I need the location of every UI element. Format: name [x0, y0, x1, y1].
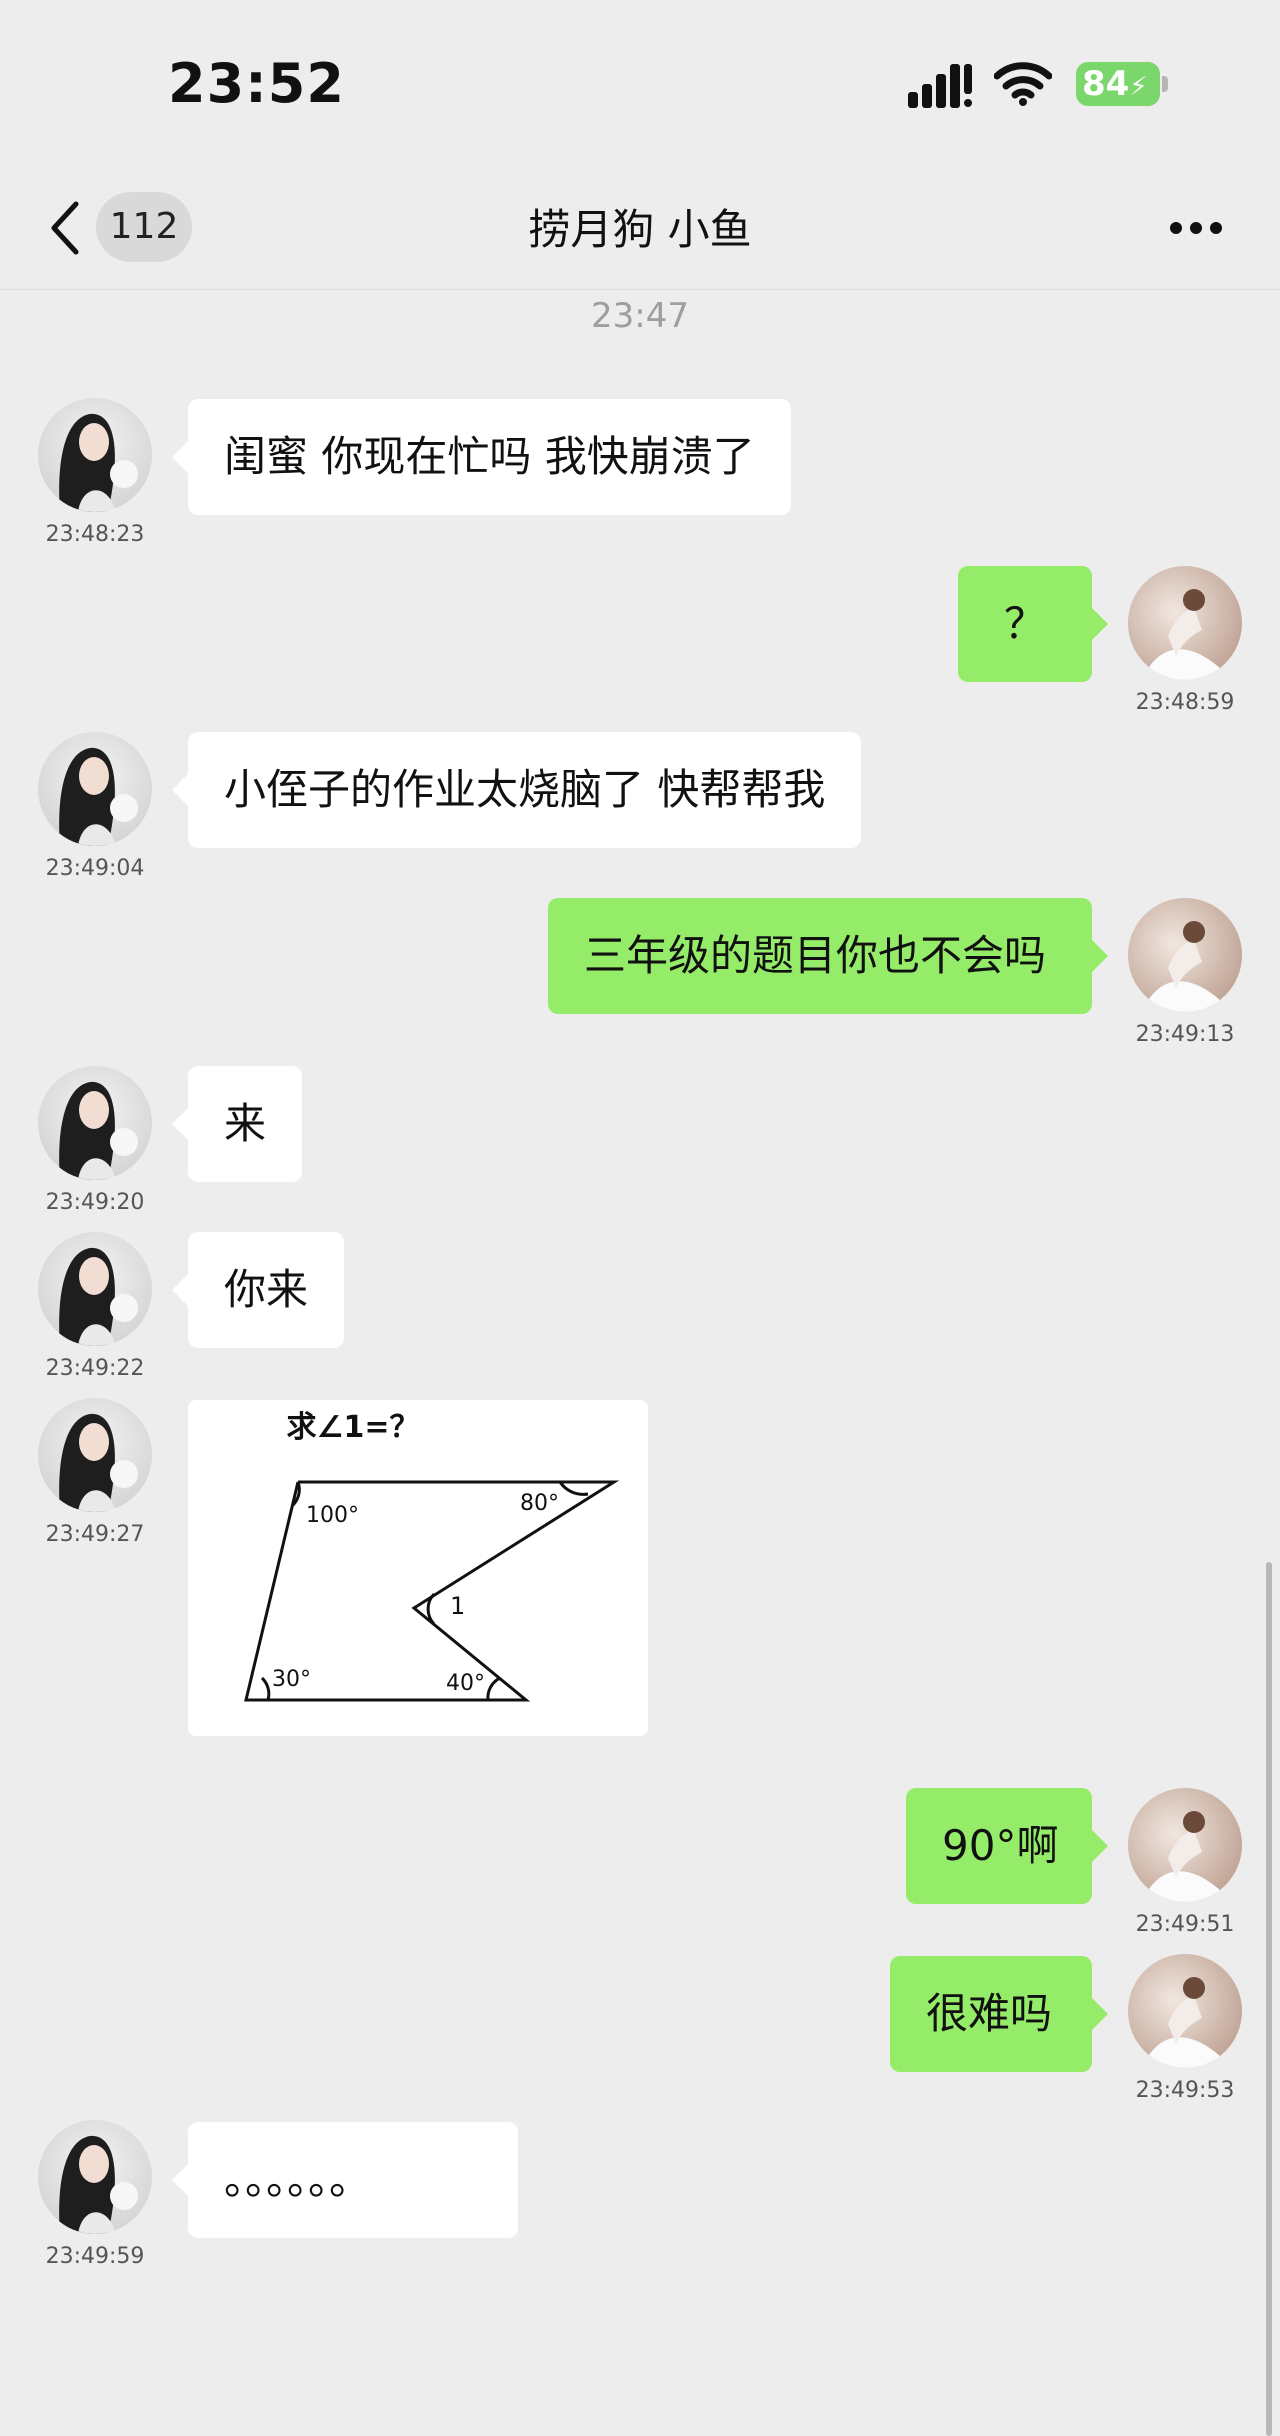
image-message[interactable]: 求∠1=？ 100° 80° 1 30° 40°: [188, 1400, 648, 1736]
scrollbar[interactable]: [1266, 1562, 1272, 2436]
contact-avatar[interactable]: [38, 1398, 152, 1512]
angle-label: 100°: [306, 1503, 359, 1528]
message-timestamp: 23:49:20: [45, 1190, 145, 1215]
angle-label: 30°: [272, 1667, 311, 1692]
outgoing-message-bubble[interactable]: 三年级的题目你也不会吗: [548, 898, 1108, 1014]
chat-title: 捞月狗 小鱼: [528, 205, 752, 254]
outgoing-message-bubble[interactable]: 很难吗: [890, 1956, 1108, 2072]
contact-avatar[interactable]: [38, 1232, 152, 1346]
message-timestamp: 23:49:51: [1135, 1912, 1235, 1937]
battery-tip: [1162, 76, 1168, 92]
unread-count-badge[interactable]: 112: [96, 192, 192, 262]
battery-indicator: 84⚡: [1076, 62, 1168, 108]
contact-avatar[interactable]: [38, 398, 152, 512]
battery-percent: 84: [1082, 64, 1130, 104]
message-timestamp: 23:49:27: [45, 1522, 145, 1547]
message-timestamp: 23:48:59: [1135, 690, 1235, 715]
incoming-message-bubble[interactable]: 。。。。。。: [172, 2122, 518, 2238]
outgoing-message-bubble[interactable]: ？: [958, 566, 1108, 682]
user-avatar[interactable]: [1128, 898, 1242, 1012]
message-timestamp: 23:49:04: [45, 856, 145, 881]
contact-avatar[interactable]: [38, 732, 152, 846]
user-avatar[interactable]: [1128, 1788, 1242, 1902]
message-timestamp: 23:49:13: [1135, 1022, 1235, 1047]
back-chevron-icon[interactable]: [46, 198, 86, 258]
message-timestamp: 23:49:22: [45, 1356, 145, 1381]
message-timestamp: 23:48:23: [45, 522, 145, 547]
user-avatar[interactable]: [1128, 566, 1242, 680]
outgoing-message-bubble[interactable]: 90°啊: [906, 1788, 1108, 1904]
message-timestamp: 23:49:53: [1135, 2078, 1235, 2103]
incoming-message-bubble[interactable]: 你来: [171, 1232, 345, 1348]
angle-label: 80°: [520, 1491, 559, 1516]
contact-avatar[interactable]: [38, 1066, 152, 1180]
angle-label: 40°: [446, 1671, 485, 1696]
incoming-message-bubble[interactable]: 闺蜜 你现在忙吗 我快崩溃了: [172, 399, 791, 515]
charging-bolt-icon: ⚡: [1129, 72, 1148, 102]
wifi-icon: [994, 62, 1052, 106]
message-timestamp: 23:49:59: [45, 2244, 145, 2269]
incoming-message-bubble[interactable]: 来: [171, 1066, 303, 1182]
incoming-message-bubble[interactable]: 小侄子的作业太烧脑了 快帮帮我: [171, 732, 862, 848]
battery-level: 84⚡: [1076, 62, 1160, 106]
more-options-icon[interactable]: [1168, 220, 1224, 236]
geometry-figure: 100° 80° 1 30° 40°: [244, 1480, 620, 1702]
cellular-signal-icon: [908, 64, 972, 108]
angle-label: 1: [450, 1592, 465, 1620]
chat-header: 112 捞月狗 小鱼: [0, 170, 1280, 290]
status-bar: 23:52 84⚡: [0, 0, 1280, 170]
user-avatar[interactable]: [1128, 1954, 1242, 2068]
status-time: 23:52: [168, 52, 345, 115]
time-divider: 23:47: [591, 296, 689, 336]
contact-avatar[interactable]: [38, 2120, 152, 2234]
